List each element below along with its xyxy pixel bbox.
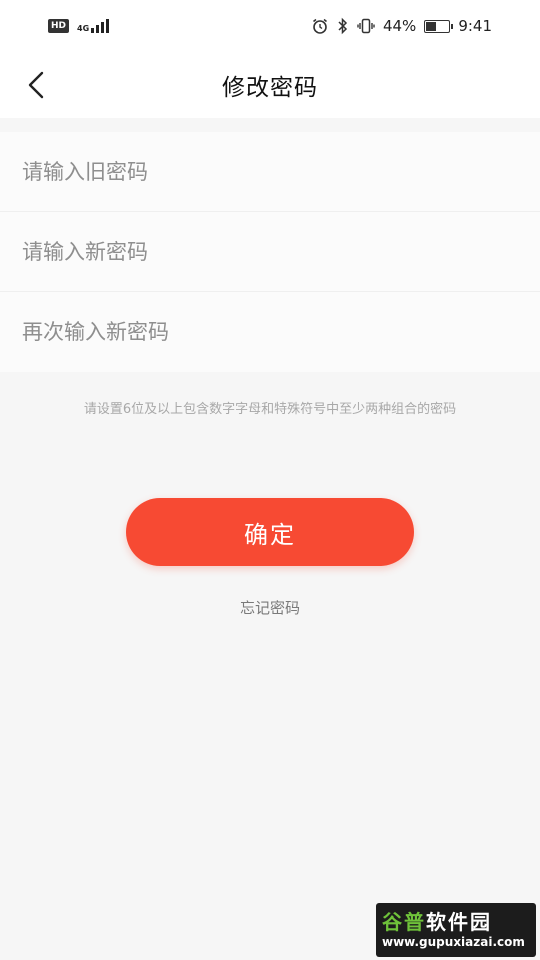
new-password-input[interactable] <box>22 239 518 264</box>
alarm-icon <box>312 18 327 34</box>
old-password-input[interactable] <box>22 159 518 184</box>
watermark-title-green: 谷普 <box>382 910 426 934</box>
network-type: 4G <box>77 24 90 33</box>
nav-header: 修改密码 <box>0 52 540 118</box>
watermark-url: www.gupuxiazai.com <box>382 935 525 949</box>
page-title: 修改密码 <box>222 75 318 101</box>
vibrate-icon <box>357 18 375 34</box>
battery-icon <box>424 19 454 33</box>
new-password-row <box>0 212 540 292</box>
bluetooth-icon <box>338 17 348 35</box>
chevron-left-icon <box>28 71 44 99</box>
status-bar-left: HD 4G <box>48 19 110 33</box>
old-password-row <box>0 132 540 212</box>
password-rule-hint: 请设置6位及以上包含数字字母和特殊符号中至少两种组合的密码 <box>83 402 457 417</box>
forgot-password-link[interactable]: 忘记密码 <box>0 597 540 618</box>
hd-badge: HD <box>48 19 70 33</box>
back-button[interactable] <box>20 69 52 101</box>
change-password-screen: HD 4G 44% 9:41 修改密码 请设置6位及以上包含数字字母和特殊符号中… <box>0 0 540 960</box>
confirm-password-row <box>0 292 540 372</box>
confirm-button[interactable]: 确定 <box>126 498 414 566</box>
status-bar-right: 44% 9:41 <box>311 17 492 35</box>
signal-icon: 4G <box>77 19 110 33</box>
battery-percent: 44% <box>382 17 417 35</box>
watermark-title-white: 软件园 <box>426 910 492 934</box>
password-form <box>0 132 540 372</box>
confirm-password-input[interactable] <box>22 320 518 344</box>
watermark-logo: 谷普软件园 www.gupuxiazai.com <box>376 903 536 957</box>
clock-time: 9:41 <box>458 17 492 35</box>
status-bar: HD 4G 44% 9:41 <box>0 0 540 52</box>
